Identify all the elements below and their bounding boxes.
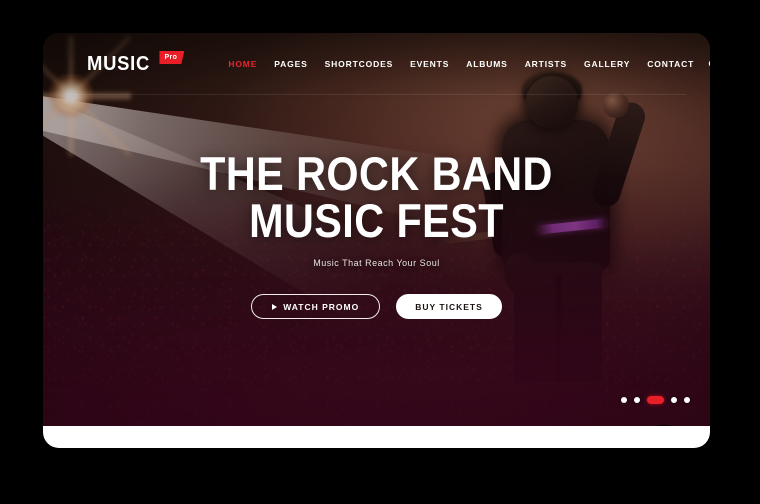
watch-promo-label: WATCH PROMO <box>283 301 360 312</box>
hero-title-line-1: THE ROCK BAND <box>200 147 553 200</box>
hero-title-line-2: MUSIC FEST <box>249 193 504 247</box>
nav-item-home[interactable]: HOME <box>228 59 257 69</box>
pro-badge: Pro <box>159 51 185 64</box>
hero-content: THE ROCK BAND MUSIC FEST Music That Reac… <box>43 147 710 320</box>
nav-item-contact[interactable]: CONTACT <box>647 59 694 69</box>
slider-dot-4[interactable] <box>671 397 677 403</box>
hero-actions: WATCH PROMO BUY TICKETS <box>43 294 710 320</box>
slider-pagination <box>621 396 690 404</box>
hero-slider: MUSIC Pro HOME PAGES SHORTCODES EVENTS A… <box>43 33 710 426</box>
slider-dot-3[interactable] <box>647 396 664 404</box>
buy-tickets-button[interactable]: BUY TICKETS <box>396 294 502 320</box>
page-content-strip <box>43 426 710 448</box>
nav-item-albums[interactable]: ALBUMS <box>466 59 507 69</box>
play-icon <box>272 303 278 310</box>
nav-item-shortcodes[interactable]: SHORTCODES <box>325 59 393 69</box>
header-utilities: ENGLISH <box>708 59 710 70</box>
hero-subtitle: Music That Reach Your Soul <box>313 258 440 269</box>
slider-dot-5[interactable] <box>684 397 690 403</box>
logo-text: MUSIC <box>87 53 150 75</box>
slider-dot-1[interactable] <box>621 397 627 403</box>
main-navigation: HOME PAGES SHORTCODES EVENTS ALBUMS ARTI… <box>228 59 694 69</box>
nav-item-gallery[interactable]: GALLERY <box>584 59 630 69</box>
site-header: MUSIC Pro HOME PAGES SHORTCODES EVENTS A… <box>43 33 710 95</box>
watch-promo-button[interactable]: WATCH PROMO <box>251 294 381 320</box>
search-icon[interactable] <box>708 59 710 70</box>
site-logo[interactable]: MUSIC Pro <box>87 51 185 75</box>
browser-window: MUSIC Pro HOME PAGES SHORTCODES EVENTS A… <box>43 33 710 448</box>
nav-item-events[interactable]: EVENTS <box>410 59 449 69</box>
slider-dot-2[interactable] <box>634 397 640 403</box>
screenshot-stage: MUSIC Pro HOME PAGES SHORTCODES EVENTS A… <box>0 0 760 504</box>
nav-item-artists[interactable]: ARTISTS <box>525 59 567 69</box>
nav-item-pages[interactable]: PAGES <box>274 59 307 69</box>
buy-tickets-label: BUY TICKETS <box>415 301 483 312</box>
